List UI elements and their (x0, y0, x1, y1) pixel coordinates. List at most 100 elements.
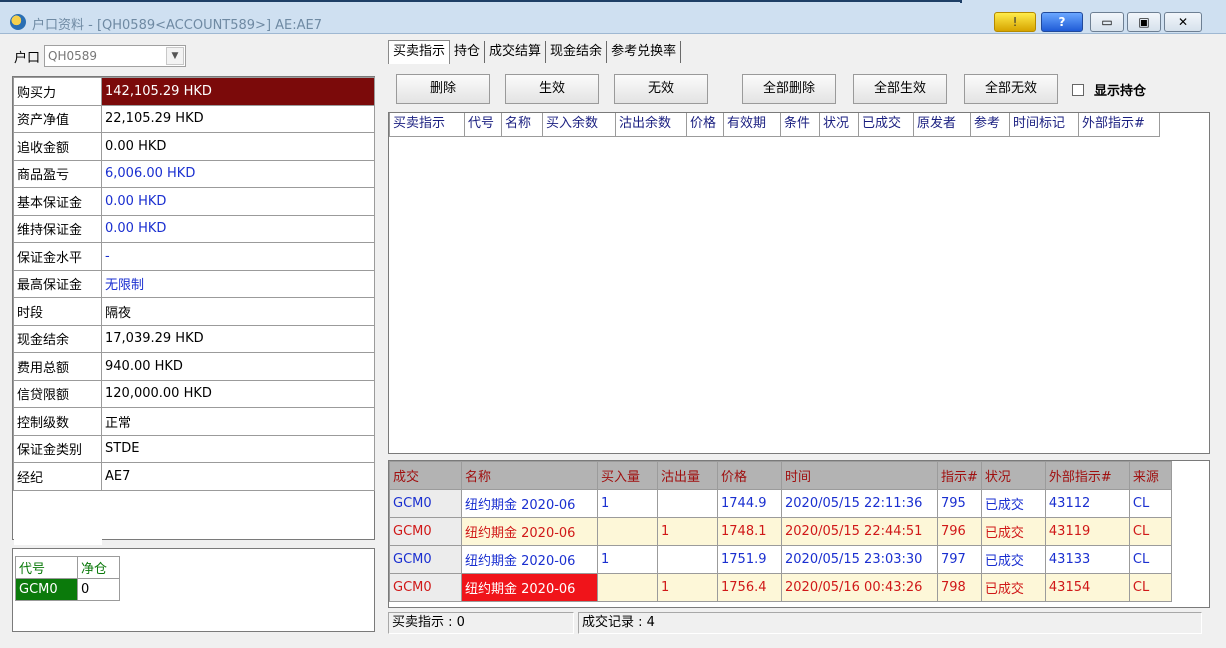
trades-column-header[interactable]: 价格 (717, 461, 782, 490)
trade-cell-buy: 1 (597, 489, 658, 518)
minimize-button[interactable]: ▭ (1090, 12, 1124, 32)
info-row: 最高保证金 无限制 (13, 269, 375, 298)
show-positions-label: 显示持仓 (1094, 84, 1147, 99)
tab-orders[interactable]: 买卖指示 (388, 40, 451, 64)
trade-cell-ext: 43119 (1044, 517, 1130, 546)
deactivate-button[interactable]: 无效 (614, 74, 708, 104)
trades-column-header[interactable]: 外部指示# (1044, 461, 1130, 490)
trade-cell-source: CL (1128, 545, 1172, 574)
trades-column-header[interactable]: 指示# (937, 461, 982, 490)
trade-cell-name: 纽约期金 2020-06 (461, 517, 598, 546)
trades-column-header[interactable]: 时间 (781, 461, 938, 490)
trades-column-header[interactable]: 状况 (980, 461, 1046, 490)
info-value: 22,105.29 HKD (101, 104, 375, 133)
trades-column-header[interactable]: 买入量 (597, 461, 658, 490)
status-bar: 买卖指示 : 0 成交记录 : 4 (388, 612, 1210, 634)
status-trades-count: 成交记录 : 4 (578, 612, 1202, 634)
account-combo[interactable]: ▼ (44, 45, 187, 67)
delete-all-button[interactable]: 全部删除 (742, 74, 836, 104)
orders-column-header[interactable]: 沽出余数 (615, 113, 687, 137)
app-logo-icon (10, 14, 26, 30)
info-empty-cell (13, 490, 102, 518)
show-positions-toggle[interactable]: 显示持仓 (1072, 80, 1146, 99)
trade-cell-code: GCM0 (389, 489, 462, 518)
orders-column-header[interactable]: 有效期 (723, 113, 781, 137)
orders-column-header[interactable]: 原发者 (913, 113, 971, 137)
show-positions-checkbox[interactable] (1072, 83, 1084, 96)
info-value: 940.00 HKD (101, 352, 375, 381)
trade-cell-buy: 1 (597, 545, 658, 574)
trade-cell-code: GCM0 (389, 573, 462, 602)
positions-header-code[interactable]: 代号 (15, 556, 78, 579)
orders-column-header[interactable]: 代号 (464, 113, 502, 137)
orders-column-header[interactable]: 条件 (780, 113, 820, 137)
info-row: 保证金水平 - (13, 242, 375, 271)
tab-exchange-rates[interactable]: 参考兑换率 (607, 41, 682, 63)
info-key: 追收金额 (13, 132, 102, 161)
position-row[interactable]: GCM0 0 (15, 578, 120, 601)
info-key: 保证金水平 (13, 242, 102, 271)
trade-row[interactable]: GCM0 纽约期金 2020-06 1 1748.1 2020/05/15 22:44:… (389, 517, 1172, 546)
orders-column-header[interactable]: 买卖指示 (389, 113, 465, 137)
trade-row[interactable]: GCM0 纽约期金 2020-06 1 1744.9 2020/05/15 22:11:… (389, 489, 1172, 518)
trade-cell-order: 795 (937, 489, 982, 518)
info-value: 0.00 HKD (101, 187, 375, 216)
tab-cash-balance[interactable]: 现金结余 (546, 41, 608, 63)
orders-column-header[interactable]: 状况 (819, 113, 859, 137)
info-key: 基本保证金 (13, 187, 102, 216)
trade-row[interactable]: GCM0 纽约期金 2020-06 1 1756.4 2020/05/16 00:43:… (389, 573, 1172, 602)
info-value: 6,006.00 HKD (101, 159, 375, 188)
info-key: 现金结余 (13, 324, 102, 353)
trade-cell-order: 796 (937, 517, 982, 546)
chevron-down-icon[interactable]: ▼ (166, 47, 185, 65)
orders-column-header[interactable]: 已成交 (858, 113, 914, 137)
orders-column-header[interactable]: 买入余数 (542, 113, 616, 137)
info-key: 信贷限额 (13, 379, 102, 408)
orders-grid[interactable]: 买卖指示 代号 名称 买入余数 沽出余数 价格 有效期 条件 状况 已成交 原发者 参考 时间标记 外部指… (388, 112, 1210, 454)
close-button[interactable]: ✕ (1164, 12, 1202, 32)
activate-button[interactable]: 生效 (505, 74, 599, 104)
trades-column-header[interactable]: 名称 (461, 461, 598, 490)
info-key: 商品盈亏 (13, 159, 102, 188)
info-value: 17,039.29 HKD (101, 324, 375, 353)
info-key: 维持保证金 (13, 214, 102, 243)
tab-trade-settlement[interactable]: 成交结算 (485, 41, 547, 63)
info-key: 经纪 (13, 462, 102, 491)
trade-row[interactable]: GCM0 纽约期金 2020-06 1 1751.9 2020/05/15 23:03:… (389, 545, 1172, 574)
deactivate-all-button[interactable]: 全部无效 (964, 74, 1058, 104)
info-value: 142,105.29 HKD (101, 77, 375, 106)
info-key: 费用总额 (13, 352, 102, 381)
delete-button[interactable]: 删除 (396, 74, 490, 104)
activate-all-button[interactable]: 全部生效 (853, 74, 947, 104)
trade-cell-ext: 43133 (1044, 545, 1130, 574)
trade-cell-code: GCM0 (389, 517, 462, 546)
orders-column-header[interactable]: 时间标记 (1009, 113, 1079, 137)
info-value: 0.00 HKD (101, 214, 375, 243)
warning-button[interactable]: ! (994, 12, 1036, 32)
orders-column-header[interactable]: 价格 (686, 113, 724, 137)
trade-cell-sell (657, 545, 718, 574)
trades-column-header[interactable]: 成交 (389, 461, 462, 490)
maximize-button[interactable]: ▣ (1127, 12, 1161, 32)
orders-column-header[interactable]: 参考 (970, 113, 1010, 137)
tab-positions[interactable]: 持仓 (450, 41, 486, 63)
account-input[interactable] (45, 46, 164, 66)
info-row: 控制级数 正常 (13, 407, 375, 436)
trades-column-header[interactable]: 来源 (1128, 461, 1172, 490)
info-value: STDE (101, 434, 375, 463)
trade-cell-status: 已成交 (980, 545, 1046, 574)
trades-grid[interactable]: 成交 名称 买入量 沽出量 价格 时间 指示# 状况 外部指示# 来源 GCM0 纽约期金 2020… (388, 460, 1210, 608)
trade-cell-name: 纽约期金 2020-06 (461, 545, 598, 574)
trade-cell-time: 2020/05/16 00:43:26 (781, 573, 938, 602)
orders-column-header[interactable]: 外部指示# (1078, 113, 1160, 137)
info-row-empty (13, 517, 375, 545)
info-key: 保证金类别 (13, 434, 102, 463)
trade-cell-time: 2020/05/15 22:44:51 (781, 517, 938, 546)
info-row: 时段 隔夜 (13, 297, 375, 326)
help-button[interactable]: ? (1041, 12, 1083, 32)
trades-column-header[interactable]: 沽出量 (657, 461, 718, 490)
orders-column-header[interactable]: 名称 (501, 113, 543, 137)
info-row: 现金结余 17,039.29 HKD (13, 324, 375, 353)
positions-header-net[interactable]: 净仓 (77, 556, 120, 579)
account-selector: 户口 ▼ (14, 44, 187, 68)
